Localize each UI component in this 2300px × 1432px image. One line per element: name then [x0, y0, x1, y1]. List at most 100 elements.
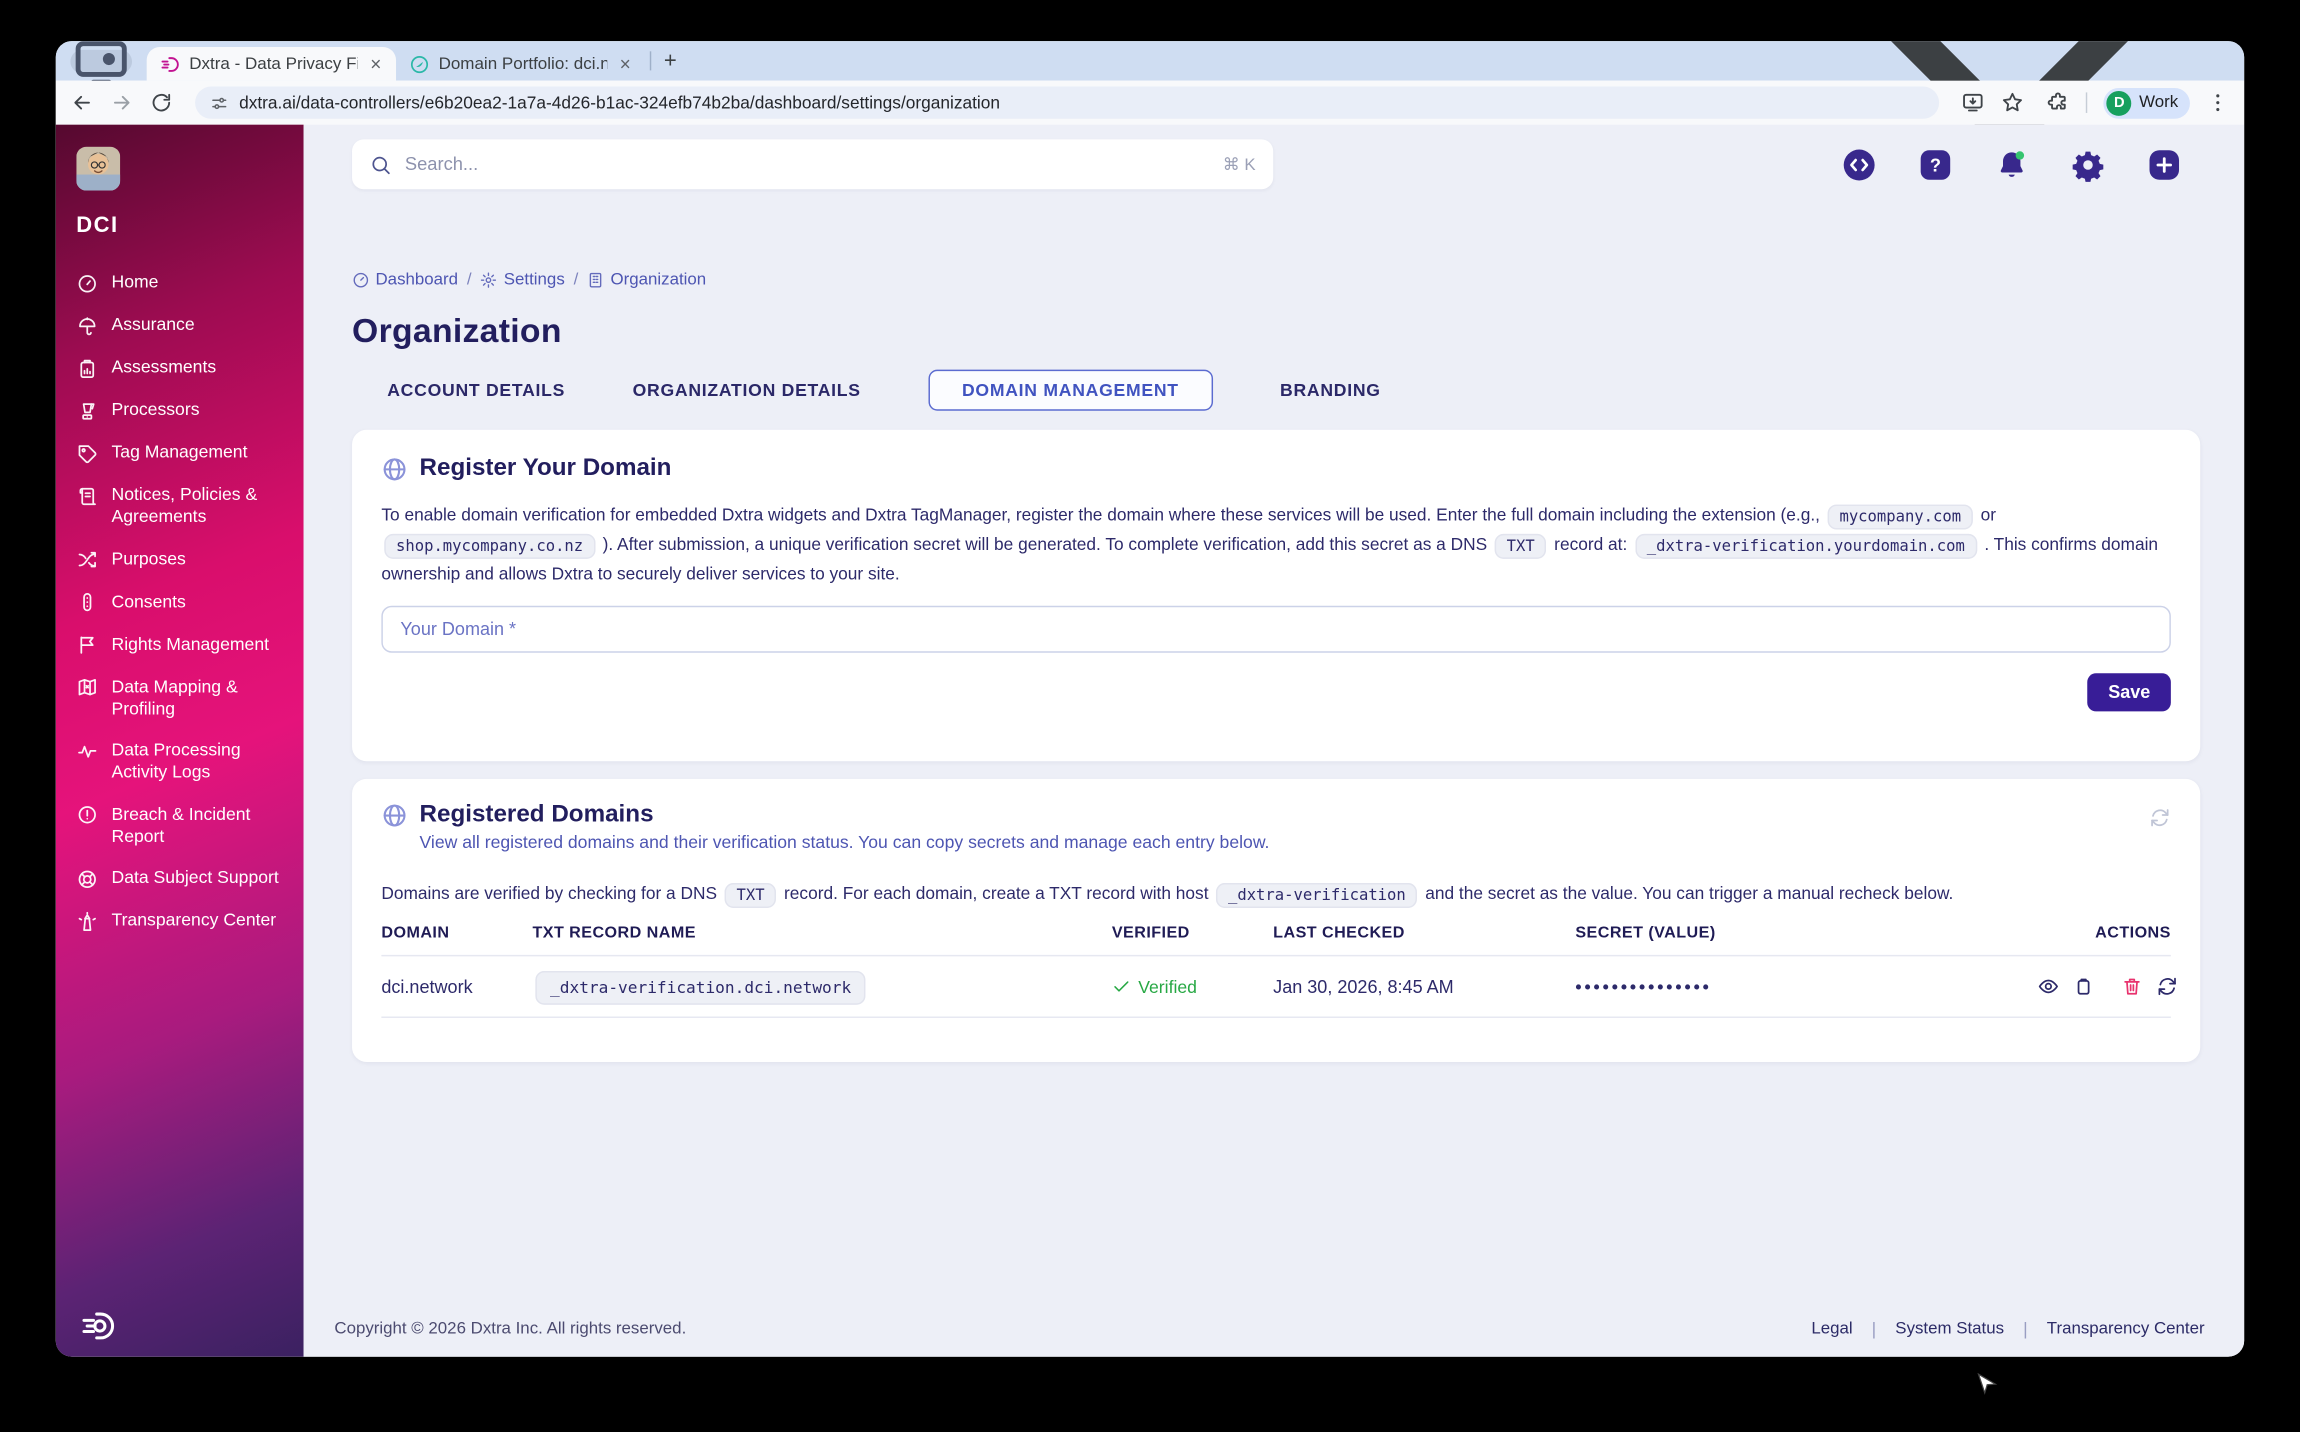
breadcrumb: Dashboard / Settings / Organization [352, 271, 2200, 289]
tab-branding[interactable]: BRANDING [1280, 370, 1381, 411]
sidebar-item-tag-management[interactable]: Tag Management [76, 442, 283, 465]
browser-menu-icon[interactable] [2206, 91, 2229, 114]
domains-card-title: Registered Domains [419, 800, 654, 828]
copyright-text: Copyright © 2026 Dxtra Inc. All rights r… [334, 1320, 687, 1338]
new-tab-button[interactable]: + [656, 46, 685, 75]
footer-link-system-status[interactable]: System Status [1895, 1320, 2004, 1338]
code-circle-icon[interactable] [1842, 147, 1876, 181]
footer-link-transparency-center[interactable]: Transparency Center [2047, 1320, 2205, 1338]
tab-title: Dxtra - Data Privacy First [189, 54, 358, 74]
footer-link-separator: | [2023, 1318, 2028, 1340]
help-square-icon[interactable]: ? [1919, 147, 1953, 181]
breadcrumb-label: Dashboard [375, 271, 459, 289]
refresh-list-icon[interactable] [2149, 807, 2171, 829]
browser-tab-1[interactable]: Dxtra - Data Privacy First × [146, 46, 397, 81]
breadcrumb-separator: / [466, 271, 472, 289]
reload-button[interactable] [150, 91, 173, 114]
code-chip: mycompany.com [1827, 503, 1973, 529]
column-header-actions: ACTIONS [2095, 924, 2171, 942]
forward-button[interactable] [110, 91, 133, 114]
sidebar-item-label: Data Mapping & Profiling [111, 675, 238, 718]
install-icon[interactable] [1962, 91, 1985, 114]
bookmark-star-icon[interactable] [2001, 91, 2024, 114]
sidebar-item-assessments[interactable]: Assessments [76, 356, 283, 379]
breadcrumb-item-settings[interactable]: Settings [480, 271, 565, 289]
search-input[interactable]: Search... ⌘ K [352, 139, 1274, 190]
sidebar-item-label: Consents [111, 590, 186, 611]
sidebar-item-assurance[interactable]: Assurance [76, 314, 283, 337]
tab-close-icon[interactable]: × [617, 53, 634, 75]
table-header-row: DOMAIN TXT RECORD NAME VERIFIED LAST CHECKE… [381, 924, 2171, 957]
column-header-txt-record-name: TXT RECORD NAME [532, 924, 696, 942]
tab-title: Domain Portfolio: dci.network [438, 54, 608, 74]
sidebar-item-purposes[interactable]: Purposes [76, 548, 283, 571]
search-icon [370, 153, 392, 175]
plus-square-icon[interactable] [2147, 147, 2181, 181]
sidebar-item-processors[interactable]: Processors [76, 399, 283, 422]
address-bar[interactable]: dxtra.ai/data-controllers/e6b20ea2-1a7a-… [195, 86, 1940, 119]
sidebar-item-breach-incident-report[interactable]: Breach & Incident Report [76, 803, 283, 847]
code-chip: shop.mycompany.co.nz [384, 533, 595, 559]
table-row: dci.network _dxtra-verification.dci.netwo… [381, 956, 2176, 1018]
check-icon [1112, 977, 1131, 996]
domain-input[interactable] [381, 605, 2171, 653]
tab-divider [649, 51, 652, 71]
sidebar-item-rights-management[interactable]: Rights Management [76, 633, 283, 656]
tab-search-pill[interactable] [70, 41, 133, 84]
breadcrumb-item-dashboard[interactable]: Dashboard [352, 271, 458, 289]
trash-icon[interactable] [2121, 975, 2143, 997]
eye-icon[interactable] [2037, 975, 2059, 997]
app-footer: Copyright © 2026 Dxtra Inc. All rights r… [334, 1319, 2204, 1340]
bc-dashboard-icon [352, 271, 370, 289]
footer-link-legal[interactable]: Legal [1811, 1320, 1852, 1338]
browser-tab-2[interactable]: Domain Portfolio: dci.network × [396, 47, 645, 81]
page-tabs: ACCOUNT DETAILS ORGANIZATION DETAILS DOMAI… [387, 369, 2200, 411]
tag-icon [76, 442, 98, 464]
verified-label: Verified [1138, 976, 1197, 997]
sidebar-item-notices-policies-agreements[interactable]: Notices, Policies & Agreements [76, 484, 283, 528]
bell-icon[interactable] [1995, 147, 2029, 181]
sidebar-item-transparency-center[interactable]: Transparency Center [76, 909, 283, 932]
sidebar-item-label: Processors [111, 398, 200, 420]
tab-domain-management[interactable]: DOMAIN MANAGEMENT [928, 369, 1213, 411]
site-settings-icon[interactable] [210, 93, 229, 112]
sidebar-item-consents[interactable]: Consents [76, 590, 283, 613]
breadcrumb-item-organization[interactable]: Organization [587, 271, 706, 289]
sidebar-item-label: Assessments [111, 356, 217, 377]
sidebar-item-data-processing-activity-logs[interactable]: Data Processing Activity Logs [76, 739, 283, 783]
copy-icon[interactable] [2073, 975, 2095, 997]
sidebar-item-home[interactable]: Home [76, 271, 283, 294]
sidebar-item-label: Rights Management [111, 632, 269, 654]
cell-txt-record: _dxtra-verification.dci.network [532, 970, 868, 1005]
sidebar-item-label: Data Subject Support [111, 866, 279, 888]
tab-account-details[interactable]: ACCOUNT DETAILS [387, 370, 565, 411]
browser-tab-strip: Dxtra - Data Privacy First×Domain Portfo… [55, 41, 2245, 152]
sidebar-item-label: Purposes [111, 547, 186, 569]
tab-organization-details[interactable]: ORGANIZATION DETAILS [633, 370, 861, 411]
globe-icon [381, 455, 407, 481]
profile-chip[interactable]: D Work [2103, 87, 2190, 119]
page-title: Organization [352, 310, 562, 350]
description-text: Domains are verified by checking for a D… [381, 883, 722, 904]
sidebar-item-data-subject-support[interactable]: Data Subject Support [76, 867, 283, 890]
cell-secret-masked: ••••••••••••••• [1575, 976, 1712, 997]
refresh-icon[interactable] [2156, 975, 2178, 997]
sidebar-item-label: Assurance [111, 313, 195, 335]
flag-icon [76, 634, 98, 656]
browser-tabs: Dxtra - Data Privacy First×Domain Portfo… [146, 46, 646, 81]
sidebar-item-data-mapping-profiling[interactable]: Data Mapping & Profiling [76, 675, 283, 719]
cell-actions [2037, 975, 2178, 997]
user-avatar[interactable] [76, 146, 121, 191]
activity-icon [76, 740, 98, 762]
gear-solid-icon[interactable] [2071, 147, 2105, 182]
footer-links: Legal | System Status | Transparency Center [1811, 1319, 2204, 1340]
tab-close-icon[interactable]: × [367, 53, 384, 75]
breadcrumb-separator: / [573, 271, 579, 289]
save-button[interactable]: Save [2087, 673, 2171, 712]
description-text: To enable domain verification for embedd… [381, 504, 1825, 526]
back-button[interactable] [70, 91, 93, 114]
register-card-description: To enable domain verification for embedd… [381, 502, 2170, 589]
dxtra-logo-icon [79, 1307, 117, 1345]
extensions-icon[interactable] [2047, 91, 2070, 114]
app-topbar: Search... ⌘ K ? [352, 139, 2200, 190]
